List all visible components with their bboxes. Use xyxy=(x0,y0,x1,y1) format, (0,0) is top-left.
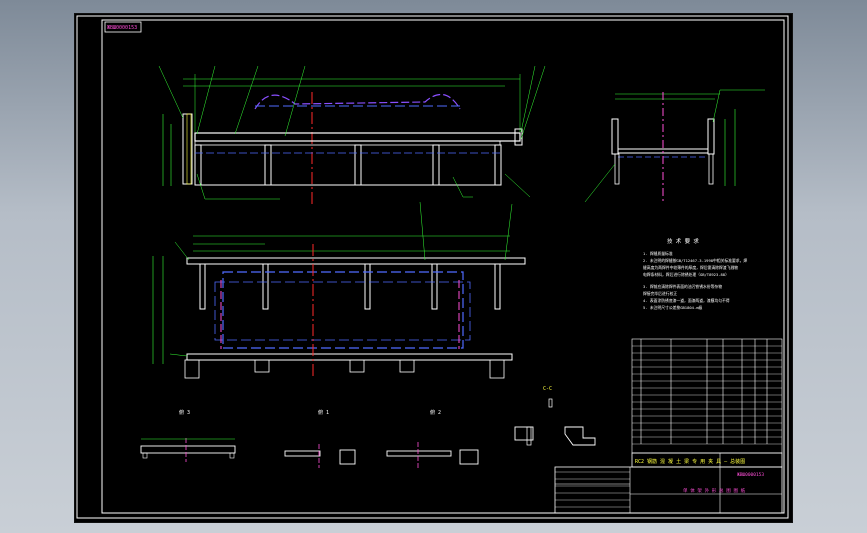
side-view xyxy=(584,89,765,203)
title-block: RC2 钢筋 混 凝 土 梁 专 用 夹 具 — 总装图 单 体 架 外 形 总… xyxy=(554,452,783,514)
tech-note: 2. 未注明的焊缝按GB/T12467.3-1998中相关标准要求，焊 xyxy=(643,258,747,263)
title-main: RC2 钢筋 混 凝 土 梁 专 用 夹 具 — 总装图 xyxy=(635,458,745,465)
tech-note: 缝高度为两焊件中较薄件的厚度，焊后需清除焊渣飞溅物 xyxy=(643,265,738,270)
tech-note: 5. 未注明尺寸公差按GB1804-m级 xyxy=(643,305,703,310)
company-name: ЖВШ0000153 xyxy=(737,472,764,478)
detail-views: 俯 3 俯 1 俯 2 C-C xyxy=(140,386,596,469)
plan-view xyxy=(152,201,526,379)
tech-note: 1. 焊缝质量标准 xyxy=(643,251,673,256)
section-label: C-C xyxy=(543,386,552,392)
technical-requirements: 技 术 要 求 1. 焊缝质量标准 2. 未注明的焊缝按GB/T12467.3-… xyxy=(643,237,747,310)
drawing-canvas: ЖВШ0000153 技 术 要 求 1. 焊缝质量标准 2. 未注明的焊缝按G… xyxy=(76,15,789,519)
tech-note: 3. 焊前应清除焊件表面的油污铁锈水份等杂物 xyxy=(643,284,722,289)
parts-list xyxy=(631,338,783,454)
tech-title: 技 术 要 求 xyxy=(667,237,699,245)
view-label: 俯 1 xyxy=(318,409,329,416)
front-view xyxy=(158,65,546,204)
view-label: 俯 2 xyxy=(430,409,441,416)
cad-viewport[interactable]: ЖВШ0000153 技 术 要 求 1. 焊缝质量标准 2. 未注明的焊缝按G… xyxy=(74,13,793,523)
title-sub: 单 体 架 外 形 总 图 图 纸 xyxy=(683,487,746,494)
sheet-tag: ЖВШ0000153 xyxy=(107,25,137,31)
tech-note: 焊接完毕后进行校正 xyxy=(643,291,677,296)
view-label: 俯 3 xyxy=(179,409,190,416)
tech-note: 4. 表面涂防锈底漆一道，面漆两道，漆膜均匀不得 xyxy=(643,298,730,303)
tech-note: 电焊条材料，焊后进行除锈处理（GB/T8923-88） xyxy=(643,272,729,277)
